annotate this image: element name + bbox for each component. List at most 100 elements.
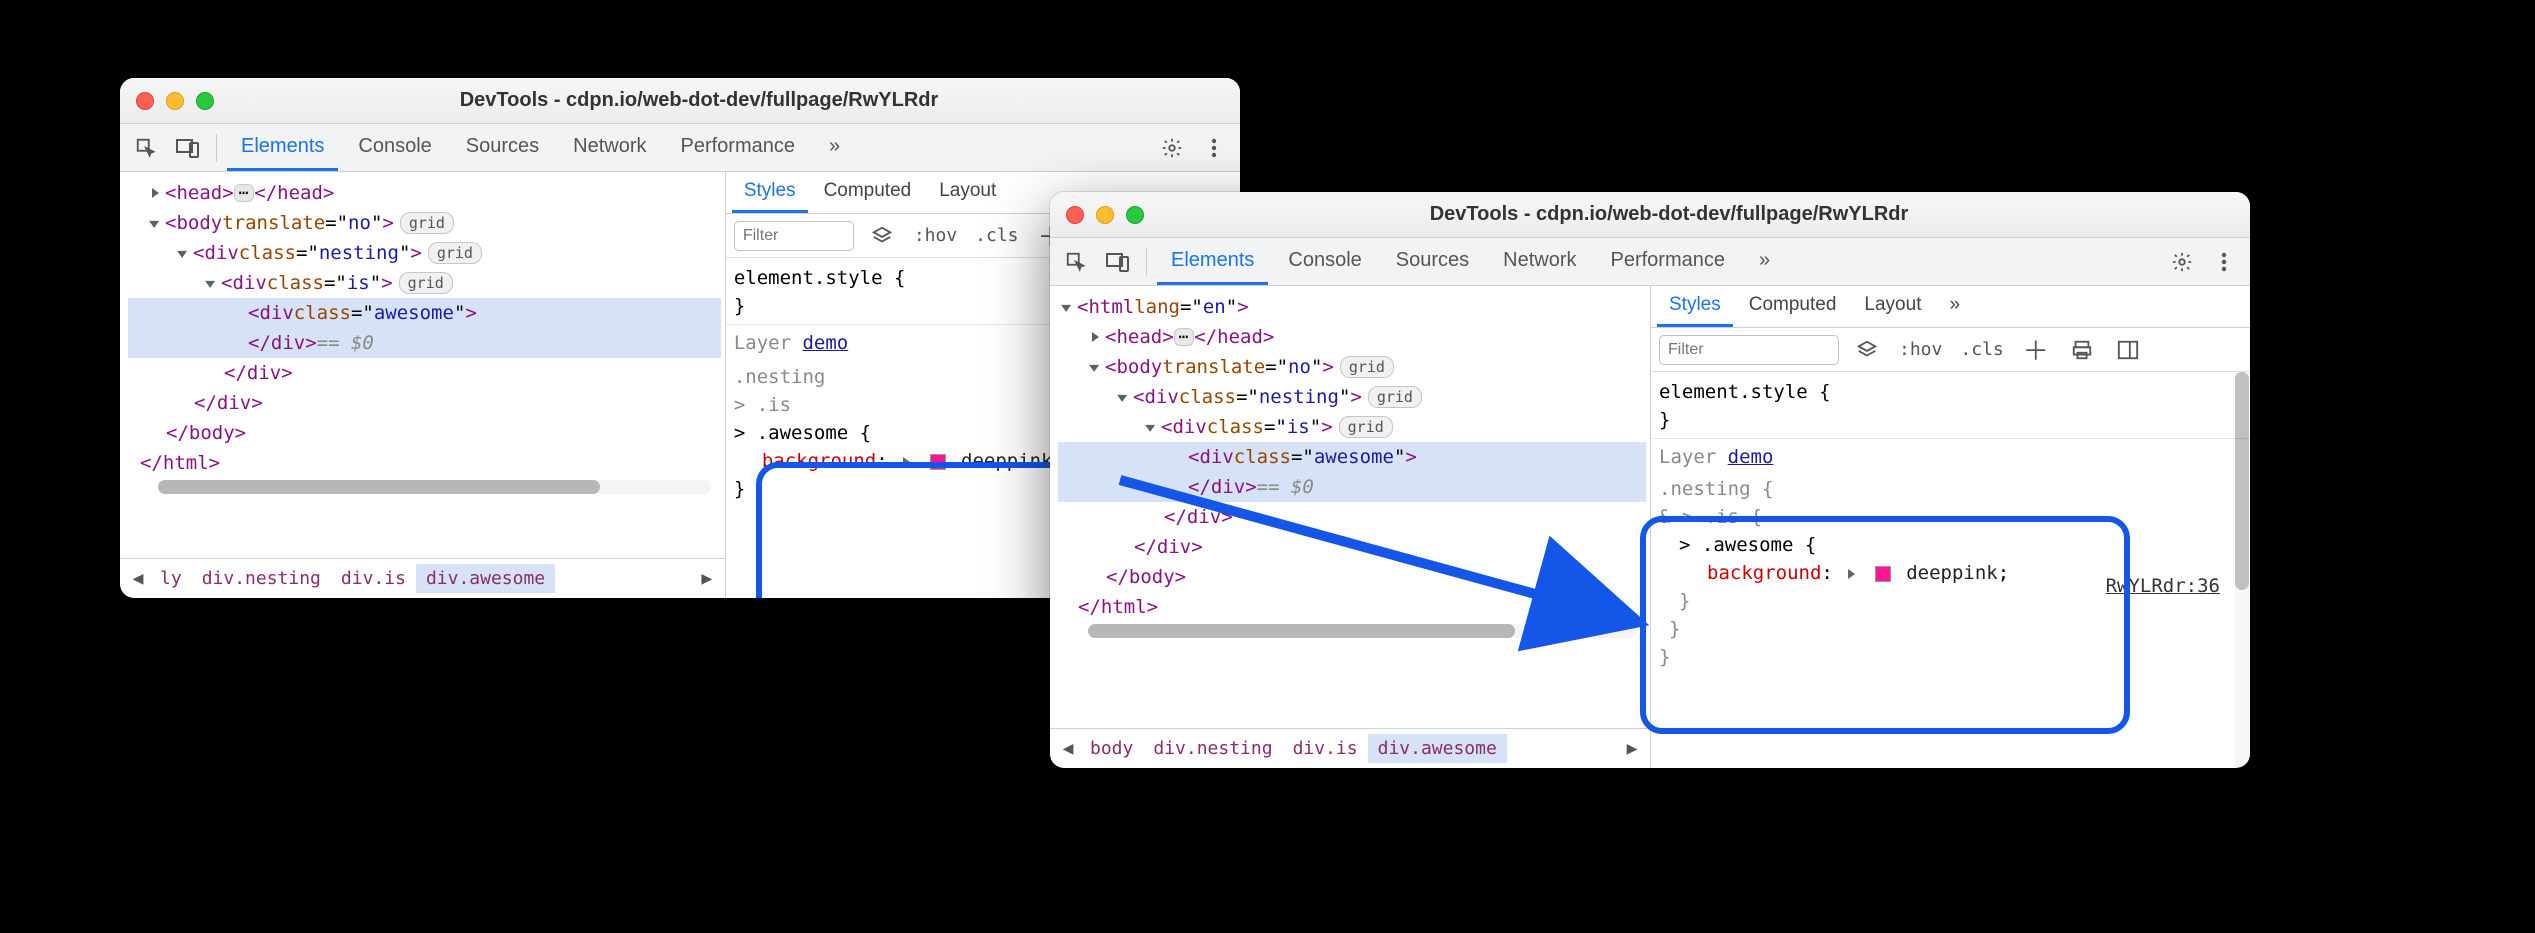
styles-rules[interactable]: element.style { } Layer demo RwYLRdr:36 … xyxy=(1651,372,2250,768)
tab-console[interactable]: Console xyxy=(1274,238,1375,285)
dom-div-awesome[interactable]: <div xyxy=(1188,442,1234,472)
dom-tree[interactable]: <html lang="en"> <head> ⋯ </head> <body … xyxy=(1050,286,1650,728)
device-toggle-icon[interactable] xyxy=(170,130,206,166)
dom-head[interactable]: <head> xyxy=(165,178,234,208)
filter-input[interactable] xyxy=(1659,335,1839,365)
color-swatch-icon[interactable] xyxy=(930,454,946,470)
tabs-overflow[interactable]: » xyxy=(815,124,854,171)
tab-sources[interactable]: Sources xyxy=(1382,238,1483,285)
titlebar: DevTools - cdpn.io/web-dot-dev/fullpage/… xyxy=(120,78,1240,124)
device-toggle-icon[interactable] xyxy=(1100,244,1136,280)
window-title: DevTools - cdpn.io/web-dot-dev/fullpage/… xyxy=(1154,203,2234,226)
chevron-left-icon[interactable]: ◀ xyxy=(126,568,150,589)
tab-sources[interactable]: Sources xyxy=(452,124,553,171)
dom-div-awesome[interactable]: <div xyxy=(248,298,294,328)
minimize-icon[interactable] xyxy=(1096,206,1114,224)
dom-body[interactable]: <body xyxy=(165,208,222,238)
layers-icon[interactable] xyxy=(864,218,900,254)
zoom-icon[interactable] xyxy=(1126,206,1144,224)
crumb[interactable]: div.is xyxy=(331,564,416,593)
crumb[interactable]: div.is xyxy=(1283,734,1368,763)
layer-label: Layer xyxy=(1659,446,1716,468)
dom-body[interactable]: <body xyxy=(1105,352,1162,382)
chevron-right-icon[interactable]: ▶ xyxy=(1620,738,1644,759)
tabs-overflow[interactable]: » xyxy=(1745,238,1784,285)
crumb[interactable]: div.awesome xyxy=(416,564,555,593)
crumb[interactable]: div.awesome xyxy=(1368,734,1507,763)
tab-console[interactable]: Console xyxy=(344,124,445,171)
crumb[interactable]: ly xyxy=(150,564,192,593)
inspect-icon[interactable] xyxy=(1058,244,1094,280)
dom-tree[interactable]: <head> ⋯ </head> <body translate="no"> g… xyxy=(120,172,725,558)
kebab-icon[interactable] xyxy=(2206,244,2242,280)
hov-button[interactable]: :hov xyxy=(1895,337,1946,362)
inspect-icon[interactable] xyxy=(128,130,164,166)
expand-icon[interactable] xyxy=(1848,569,1855,579)
subtabs-overflow[interactable]: » xyxy=(1937,286,1972,327)
subtab-computed[interactable]: Computed xyxy=(1737,286,1849,327)
subtab-layout[interactable]: Layout xyxy=(1852,286,1933,327)
v-scrollbar[interactable] xyxy=(2235,372,2249,768)
selector-matched[interactable]: > .awesome { xyxy=(1659,531,2242,559)
panel-layout-icon[interactable] xyxy=(2110,332,2146,368)
collapsed-icon[interactable]: ⋯ xyxy=(234,184,255,202)
window-title: DevTools - cdpn.io/web-dot-dev/fullpage/… xyxy=(224,89,1224,112)
gear-icon[interactable] xyxy=(2164,244,2200,280)
color-swatch-icon[interactable] xyxy=(1875,566,1891,582)
breadcrumb: ◀ ly div.nesting div.is div.awesome ▶ xyxy=(120,558,725,598)
grid-badge[interactable]: grid xyxy=(428,242,482,264)
chevron-left-icon[interactable]: ◀ xyxy=(1056,738,1080,759)
layer-link[interactable]: demo xyxy=(802,332,848,354)
cls-button[interactable]: .cls xyxy=(971,223,1022,248)
hov-button[interactable]: :hov xyxy=(910,223,961,248)
source-link[interactable]: RwYLRdr:36 xyxy=(2106,572,2220,600)
grid-badge[interactable]: grid xyxy=(1368,386,1422,408)
tab-elements[interactable]: Elements xyxy=(1157,238,1268,285)
tab-performance[interactable]: Performance xyxy=(667,124,810,171)
dom-div-nesting[interactable]: <div xyxy=(193,238,239,268)
grid-badge[interactable]: grid xyxy=(1339,416,1393,438)
crumb[interactable]: div.nesting xyxy=(1143,734,1282,763)
grid-badge[interactable]: grid xyxy=(1340,356,1394,378)
main-tabs: Elements Console Sources Network Perform… xyxy=(120,124,1240,172)
cls-button[interactable]: .cls xyxy=(1956,337,2007,362)
print-media-icon[interactable] xyxy=(2064,332,2100,368)
grid-badge[interactable]: grid xyxy=(399,272,453,294)
layers-icon[interactable] xyxy=(1849,332,1885,368)
tab-performance[interactable]: Performance xyxy=(1597,238,1740,285)
subtab-styles[interactable]: Styles xyxy=(732,172,808,213)
dom-head[interactable]: <head> xyxy=(1105,322,1174,352)
subtab-styles[interactable]: Styles xyxy=(1657,286,1733,327)
expand-icon[interactable] xyxy=(903,457,910,467)
layer-link[interactable]: demo xyxy=(1728,446,1774,468)
dom-div-nesting[interactable]: <div xyxy=(1133,382,1179,412)
close-icon[interactable] xyxy=(136,92,154,110)
close-icon[interactable] xyxy=(1066,206,1084,224)
gear-icon[interactable] xyxy=(1154,130,1190,166)
plus-icon[interactable]: ＋ xyxy=(2018,332,2054,368)
subtab-computed[interactable]: Computed xyxy=(812,172,924,213)
filter-input[interactable] xyxy=(734,221,854,251)
dom-div-is[interactable]: <div xyxy=(221,268,267,298)
grid-badge[interactable]: grid xyxy=(400,212,454,234)
layer-label: Layer xyxy=(734,332,791,354)
crumb[interactable]: div.nesting xyxy=(192,564,331,593)
h-scrollbar[interactable] xyxy=(1088,624,1636,638)
chevron-right-icon[interactable]: ▶ xyxy=(695,568,719,589)
crumb[interactable]: body xyxy=(1080,734,1143,763)
tab-elements[interactable]: Elements xyxy=(227,124,338,171)
dollar-zero: == $0 xyxy=(317,328,374,358)
element-style-rule[interactable]: element.style { } xyxy=(1659,378,2242,434)
minimize-icon[interactable] xyxy=(166,92,184,110)
selector-ancestor: .nesting { xyxy=(1659,475,2242,503)
collapsed-icon[interactable]: ⋯ xyxy=(1174,328,1195,346)
dom-div-is[interactable]: <div xyxy=(1161,412,1207,442)
dom-html[interactable]: <html xyxy=(1077,292,1134,322)
traffic-lights xyxy=(136,92,214,110)
h-scrollbar[interactable] xyxy=(158,480,711,494)
kebab-icon[interactable] xyxy=(1196,130,1232,166)
zoom-icon[interactable] xyxy=(196,92,214,110)
tab-network[interactable]: Network xyxy=(559,124,660,171)
subtab-layout[interactable]: Layout xyxy=(927,172,1008,213)
tab-network[interactable]: Network xyxy=(1489,238,1590,285)
